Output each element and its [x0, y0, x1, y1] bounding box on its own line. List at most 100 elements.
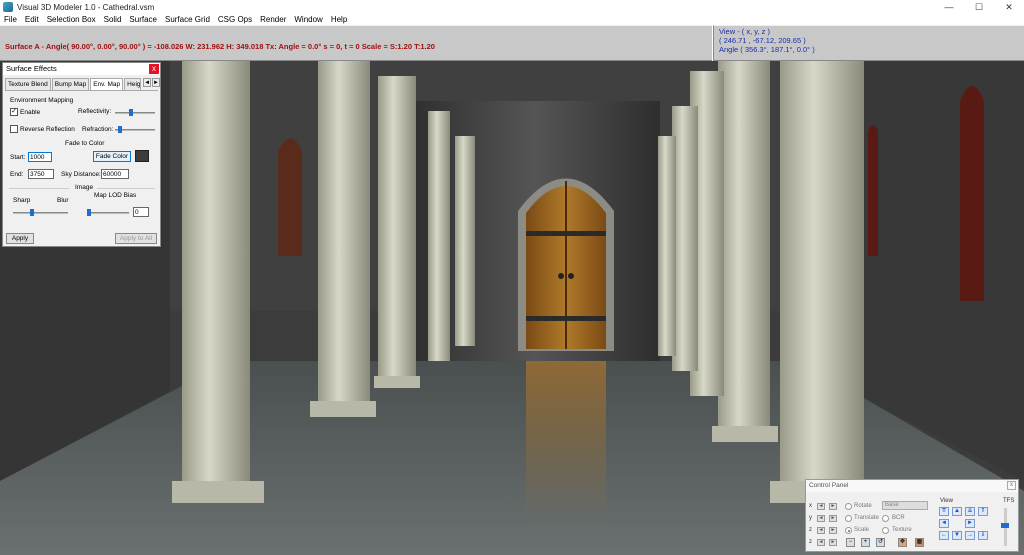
apply-to-all-button[interactable]: Apply to All: [115, 233, 157, 244]
tab-scroll-right-icon[interactable]: ►: [152, 78, 160, 87]
base-select[interactable]: Base: [882, 501, 928, 510]
image-group-divider-left: [9, 188, 69, 189]
row-label-y: y: [809, 515, 812, 521]
image-label: Image: [75, 184, 94, 191]
row-label-x: x: [809, 503, 812, 509]
tfs-slider[interactable]: [1001, 523, 1009, 528]
lod-bias-slider[interactable]: [87, 209, 92, 216]
tab-env-map[interactable]: Env. Map: [90, 78, 124, 90]
sharp-blur-slider-track: [13, 212, 68, 214]
grid-icon[interactable]: ▦: [915, 538, 924, 547]
tab-texture-blend[interactable]: Texture Blend: [5, 78, 51, 90]
view-position: ( 246.71 , -67.12, 209.65 ): [719, 36, 806, 45]
view-header: View - ( x, y, z ): [719, 27, 770, 36]
lod-bias-slider-track: [87, 212, 129, 214]
snap-icon[interactable]: ✥: [898, 538, 907, 547]
image-group-divider-right: [97, 188, 155, 189]
x-increase-icon[interactable]: ►: [829, 503, 837, 510]
y-increase-icon[interactable]: ►: [829, 515, 837, 522]
view-info-panel: View - ( x, y, z ) ( 246.71 , -67.12, 20…: [713, 25, 1024, 61]
menu-csg-ops[interactable]: CSG Ops: [214, 14, 256, 25]
reflectivity-label: Reflectivity:: [78, 108, 112, 115]
rotate-radio[interactable]: [845, 503, 852, 510]
translate-radio[interactable]: [845, 515, 852, 522]
rotate-label: Rotate: [854, 503, 872, 509]
app-icon: [3, 2, 13, 12]
view-rotate-right-icon[interactable]: →: [965, 531, 975, 540]
start-label: Start:: [10, 154, 26, 161]
sky-distance-input[interactable]: 60000: [101, 169, 129, 179]
fade-to-color-label: Fade to Color: [65, 140, 105, 147]
menu-edit[interactable]: Edit: [21, 14, 43, 25]
surface-effects-title: Surface Effects: [6, 64, 57, 73]
reverse-reflection-checkbox[interactable]: [10, 125, 18, 133]
z2-increase-icon[interactable]: ►: [829, 539, 837, 546]
scale-radio[interactable]: [845, 527, 852, 534]
map-lod-bias-label: Map LOD Bias: [94, 192, 137, 199]
reverse-reflection-label: Reverse Reflection: [20, 126, 75, 133]
z-decrease-icon[interactable]: ◄: [817, 527, 825, 534]
surface-effects-tabs: Texture Blend Bump Map Env. Map Height M…: [3, 78, 160, 90]
start-input[interactable]: 1000: [28, 152, 52, 162]
tab-bump-map[interactable]: Bump Map: [51, 78, 90, 90]
env-map-tab-content: Environment Mapping ✓ Enable Reflectivit…: [5, 90, 158, 245]
tab-height-map[interactable]: Height M: [124, 78, 142, 90]
view-rotate-left-icon[interactable]: ←: [939, 531, 949, 540]
bcr-radio[interactable]: [882, 515, 889, 522]
minimize-button[interactable]: —: [934, 0, 964, 14]
z-increase-icon[interactable]: ►: [829, 527, 837, 534]
surface-effects-title-bar[interactable]: Surface Effects x: [3, 63, 160, 75]
control-panel-close-button[interactable]: x: [1007, 481, 1016, 490]
view-down-icon[interactable]: ▼: [952, 531, 962, 540]
env-mapping-label: Environment Mapping: [10, 97, 74, 104]
title-bar: Visual 3D Modeler 1.0 - Cathedral.vsm — …: [0, 0, 1024, 14]
translate-label: Translate: [854, 515, 879, 521]
control-panel: Control Panel x x y z z ◄ ► ◄ ► ◄ ► ◄ ► …: [805, 479, 1019, 552]
view-pan-up-icon[interactable]: ⇈: [939, 507, 949, 516]
menu-selection-box[interactable]: Selection Box: [43, 14, 100, 25]
menu-solid[interactable]: Solid: [100, 14, 126, 25]
sharp-blur-slider[interactable]: [30, 209, 35, 216]
x-decrease-icon[interactable]: ◄: [817, 503, 825, 510]
menu-surface-grid[interactable]: Surface Grid: [161, 14, 214, 25]
texture-radio[interactable]: [882, 527, 889, 534]
tab-scroll-left-icon[interactable]: ◄: [143, 78, 152, 87]
bcr-label: BCR: [892, 515, 905, 521]
enable-checkbox[interactable]: ✓: [10, 108, 18, 116]
texture-label: Texture: [892, 527, 912, 533]
view-right-icon[interactable]: ►: [965, 519, 975, 528]
y-decrease-icon[interactable]: ◄: [817, 515, 825, 522]
view-top-icon[interactable]: ⇑: [978, 507, 988, 516]
close-button[interactable]: ✕: [994, 0, 1024, 14]
refraction-slider[interactable]: [117, 126, 122, 133]
minus-icon[interactable]: −: [846, 538, 855, 547]
menu-surface[interactable]: Surface: [125, 14, 161, 25]
refraction-label: Refraction:: [82, 126, 114, 133]
lod-bias-input[interactable]: 0: [133, 207, 149, 217]
end-input[interactable]: 3750: [28, 169, 54, 179]
view-bottom-icon[interactable]: ⇓: [978, 531, 988, 540]
status-bar: Surface A - Angle( 90.00°, 0.00°, 90.00°…: [0, 25, 712, 61]
fade-color-swatch[interactable]: [135, 150, 149, 162]
view-angle: Angle ( 356.3°, 187.1°, 0.0° ): [719, 45, 815, 54]
maximize-button[interactable]: ☐: [964, 0, 994, 14]
control-panel-title-bar[interactable]: Control Panel x: [806, 480, 1018, 492]
view-pan-down-icon[interactable]: ⇊: [965, 507, 975, 516]
row-label-z2: z: [809, 539, 812, 545]
reflectivity-slider-track: [115, 112, 155, 114]
fade-color-button[interactable]: Fade Color: [93, 151, 131, 162]
menu-render[interactable]: Render: [256, 14, 290, 25]
menu-bar: File Edit Selection Box Solid Surface Su…: [0, 14, 1024, 25]
surface-effects-panel: Surface Effects x Texture Blend Bump Map…: [2, 62, 161, 247]
undo-icon[interactable]: ↺: [876, 538, 885, 547]
reflectivity-slider[interactable]: [129, 109, 133, 116]
plus-icon[interactable]: +: [861, 538, 870, 547]
menu-window[interactable]: Window: [290, 14, 326, 25]
menu-help[interactable]: Help: [327, 14, 351, 25]
surface-effects-close-button[interactable]: x: [149, 64, 159, 74]
apply-button[interactable]: Apply: [6, 233, 34, 244]
menu-file[interactable]: File: [0, 14, 21, 25]
z2-decrease-icon[interactable]: ◄: [817, 539, 825, 546]
view-left-icon[interactable]: ◄: [939, 519, 949, 528]
view-up-icon[interactable]: ▲: [952, 507, 962, 516]
